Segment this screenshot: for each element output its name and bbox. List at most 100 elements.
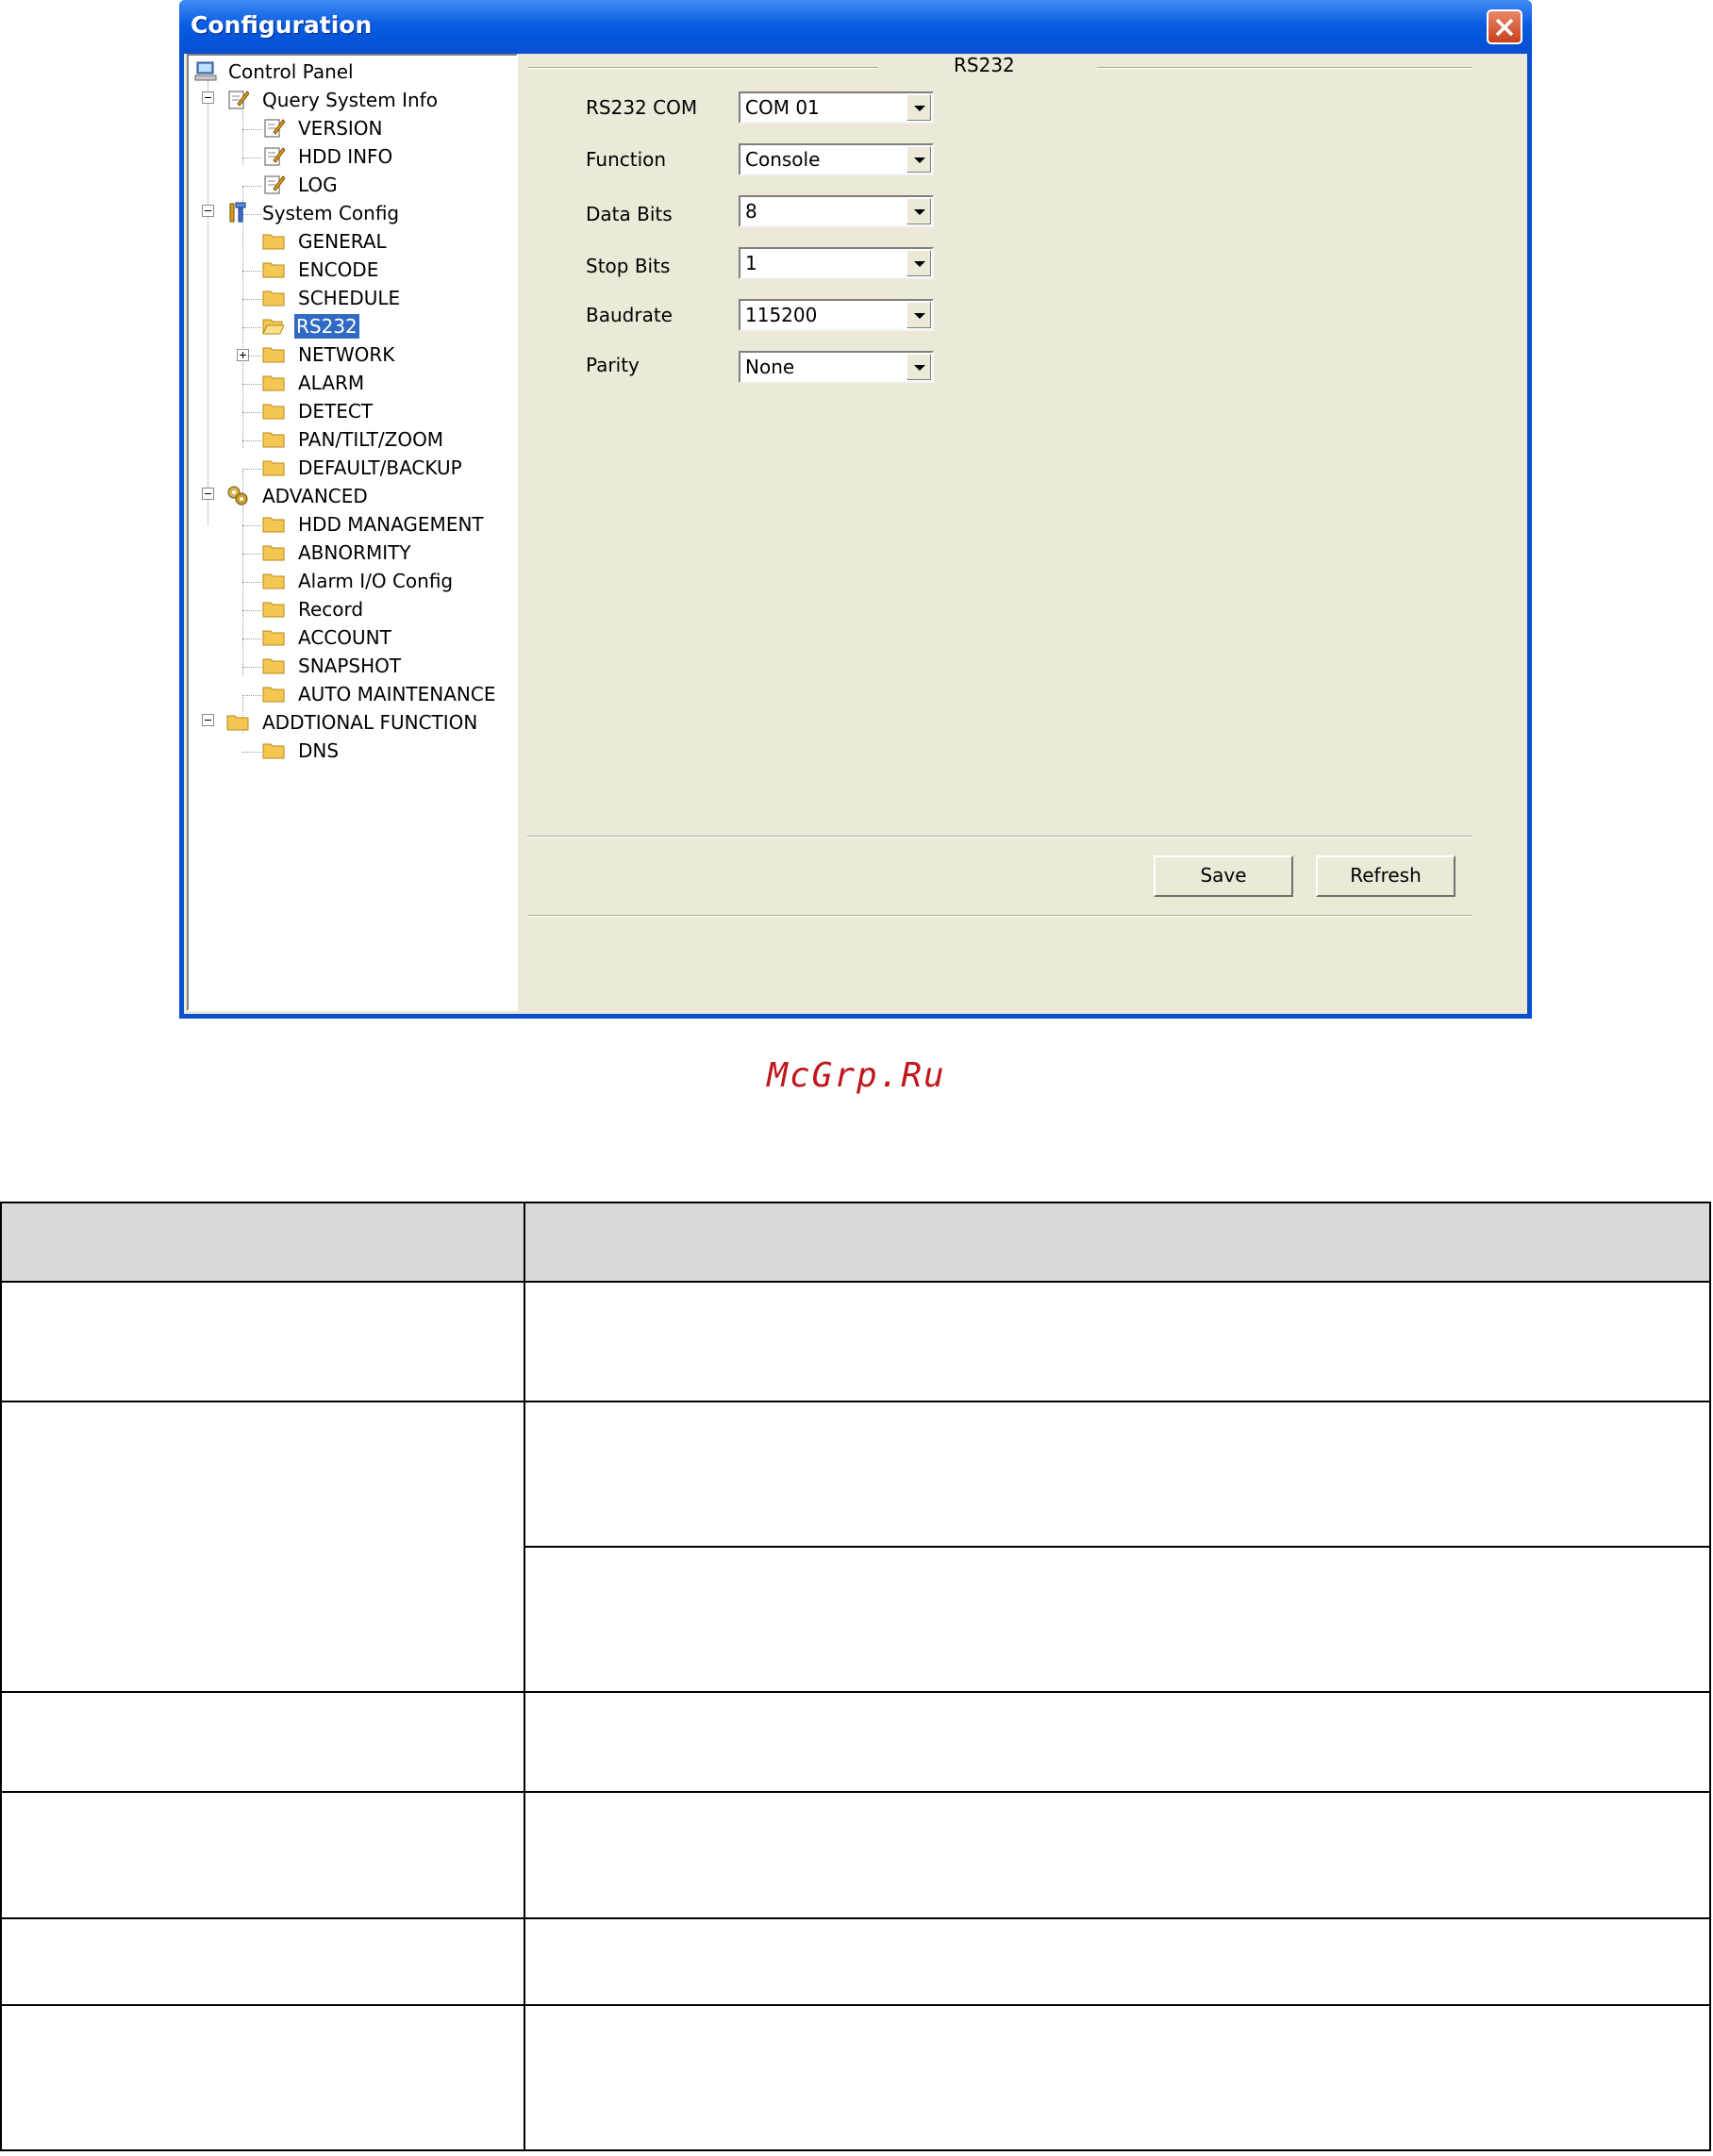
- folder-icon: [262, 630, 285, 646]
- tree-item-auto-maintenance[interactable]: AUTO MAINTENANCE: [189, 680, 509, 708]
- table-header-row: [0, 1202, 1711, 1283]
- chevron-down-icon[interactable]: [906, 146, 931, 173]
- folder-icon: [262, 602, 285, 618]
- tree-item-system-config[interactable]: System Config: [189, 199, 509, 227]
- tree-item-label: SCHEDULE: [298, 287, 401, 309]
- window-title: Configuration: [191, 11, 373, 39]
- tree-item-alarm[interactable]: ALARM: [189, 369, 509, 397]
- table-cell: [0, 1691, 525, 1793]
- table-cell: [524, 1281, 1711, 1402]
- folder-icon: [262, 347, 285, 363]
- field-label: RS232 COM: [586, 96, 698, 119]
- chevron-down-icon[interactable]: [906, 302, 931, 328]
- tree-item-label: DETECT: [298, 400, 374, 423]
- tree-item-version[interactable]: VERSION: [189, 114, 509, 142]
- tree-item-alarm-io-config[interactable]: Alarm I/O Config: [189, 567, 509, 595]
- tree-item-hdd-info[interactable]: HDD INFO: [189, 142, 509, 171]
- stop-bits-select[interactable]: 1: [739, 247, 934, 279]
- parity-select[interactable]: None: [739, 351, 934, 383]
- table-row: [0, 1401, 1711, 1693]
- tree-item-query-system-info[interactable]: Query System Info: [189, 86, 509, 114]
- table-row: [0, 1691, 1711, 1793]
- chevron-down-icon[interactable]: [906, 250, 931, 276]
- select-value: 8: [745, 200, 757, 223]
- open-folder-icon: [262, 319, 285, 335]
- select-value: 115200: [745, 304, 818, 326]
- table-cell: [524, 1791, 1711, 1919]
- parameter-table: [0, 1202, 1711, 2151]
- select-value: 1: [745, 252, 757, 274]
- tree-item-detect[interactable]: DETECT: [189, 397, 509, 425]
- tree-item-label: ADVANCED: [262, 485, 368, 507]
- table-cell: [524, 1917, 1711, 2006]
- folder-icon: [262, 432, 285, 448]
- tree-item-encode[interactable]: ENCODE: [189, 256, 509, 284]
- table-cell: [0, 2004, 525, 2151]
- tree-item-default-backup[interactable]: DEFAULT/BACKUP: [189, 454, 509, 482]
- edit-document-icon: [264, 175, 285, 194]
- tree-item-label: LOG: [298, 174, 338, 196]
- tree-item-label: ACCOUNT: [298, 626, 391, 649]
- table-cell: [0, 1917, 525, 2006]
- select-value: COM 01: [745, 96, 820, 119]
- tree-item-label: Alarm I/O Config: [298, 570, 454, 592]
- chevron-down-icon[interactable]: [906, 94, 931, 121]
- table-cell: [524, 1546, 1711, 1693]
- group-title: RS232: [954, 54, 1015, 76]
- tree-item-abnormity[interactable]: ABNORMITY: [189, 539, 509, 567]
- tree-item-label: HDD INFO: [298, 145, 393, 168]
- rs232-com-select[interactable]: COM 01: [739, 91, 934, 124]
- tree-item-label: Query System Info: [262, 89, 438, 111]
- table-cell: [0, 1791, 525, 1919]
- gears-icon: [227, 486, 248, 506]
- tree-item-label: AUTO MAINTENANCE: [298, 683, 496, 705]
- folder-icon: [262, 573, 285, 589]
- tree-item-schedule[interactable]: SCHEDULE: [189, 284, 509, 312]
- field-label: Data Bits: [586, 203, 673, 225]
- close-button[interactable]: [1487, 9, 1522, 44]
- config-tree[interactable]: Control Panel Query System Info VERSION …: [187, 54, 518, 1011]
- field-label: Stop Bits: [586, 255, 671, 277]
- tree-item-general[interactable]: GENERAL: [189, 227, 509, 256]
- table-cell: [0, 1281, 525, 1402]
- rs232-settings-panel: RS232 RS232 COM COM 01 Function Console …: [520, 54, 1527, 1014]
- save-button[interactable]: Save: [1154, 855, 1293, 897]
- tree-item-account[interactable]: ACCOUNT: [189, 623, 509, 652]
- tree-item-advanced[interactable]: ADVANCED: [189, 482, 509, 510]
- baudrate-select[interactable]: 115200: [739, 299, 934, 331]
- refresh-button[interactable]: Refresh: [1316, 855, 1455, 897]
- edit-document-icon: [264, 147, 285, 166]
- tree-item-label: PAN/TILT/ZOOM: [298, 428, 444, 451]
- tree-item-dns[interactable]: DNS: [189, 737, 509, 765]
- folder-icon: [262, 517, 285, 533]
- tree-item-hdd-management[interactable]: HDD MANAGEMENT: [189, 510, 509, 539]
- table-row: [0, 2004, 1711, 2151]
- folder-icon: [262, 375, 285, 391]
- folder-icon: [262, 404, 285, 420]
- tree-item-network[interactable]: NETWORK: [189, 340, 509, 369]
- tree-item-pan-tilt-zoom[interactable]: PAN/TILT/ZOOM: [189, 425, 509, 454]
- tree-item-label: VERSION: [298, 117, 383, 140]
- title-bar[interactable]: Configuration: [179, 0, 1532, 54]
- tree-item-control-panel[interactable]: Control Panel: [189, 58, 509, 86]
- folder-icon: [262, 290, 285, 307]
- separator: [527, 836, 1472, 838]
- tree-item-log[interactable]: LOG: [189, 171, 509, 199]
- data-bits-select[interactable]: 8: [739, 195, 934, 227]
- chevron-down-icon[interactable]: [906, 354, 931, 380]
- tools-icon: [229, 202, 246, 223]
- table-row: [0, 1917, 1711, 2006]
- edit-document-icon: [228, 91, 249, 109]
- tree-item-label: SNAPSHOT: [298, 655, 402, 677]
- tree-item-addtional-function[interactable]: ADDTIONAL FUNCTION: [189, 708, 509, 737]
- function-select[interactable]: Console: [739, 143, 934, 175]
- tree-item-label: RS232: [294, 314, 359, 339]
- tree-line: [242, 214, 261, 215]
- folder-icon: [262, 687, 285, 703]
- tree-item-rs232[interactable]: RS232: [189, 312, 509, 340]
- chevron-down-icon[interactable]: [906, 198, 931, 224]
- tree-item-label: HDD MANAGEMENT: [298, 513, 484, 536]
- tree-item-snapshot[interactable]: SNAPSHOT: [189, 652, 509, 680]
- select-value: Console: [745, 148, 821, 171]
- tree-item-record[interactable]: Record: [189, 595, 509, 623]
